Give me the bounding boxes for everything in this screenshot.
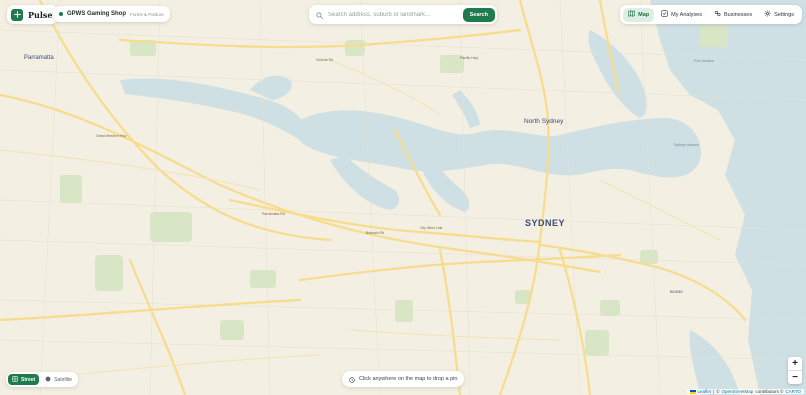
- map-label-sydney: SYDNEY: [525, 218, 566, 228]
- map-canvas[interactable]: Parramatta North Sydney SYDNEY BONDI Por…: [0, 0, 806, 395]
- map-attribution: Leaflet | © OpenStreetMap contributors ©…: [686, 389, 804, 394]
- copyright-symbol: ©: [716, 389, 720, 394]
- osm-link[interactable]: OpenStreetMap: [722, 389, 754, 394]
- business-status-dot: [59, 12, 63, 16]
- leaflet-link[interactable]: Leaflet: [698, 389, 712, 394]
- search-icon: [316, 6, 323, 24]
- map-label-road-3: City West Link: [420, 226, 443, 230]
- map-label-bondi: BONDI: [670, 289, 683, 294]
- zoom-out-button[interactable]: −: [788, 370, 802, 384]
- nav-item-label: Map: [638, 11, 650, 18]
- map-label-north-sydney: North Sydney: [524, 118, 564, 125]
- globe-icon: [45, 376, 51, 384]
- app-name: Pulse: [28, 9, 53, 20]
- checklist-icon: [661, 10, 668, 19]
- layer-satellite-button[interactable]: Satellite: [41, 374, 76, 385]
- pulse-logo-icon: [11, 8, 23, 21]
- search-input[interactable]: [328, 11, 458, 18]
- map-label-road-6: Pacific Hwy: [460, 56, 479, 60]
- layer-satellite-label: Satellite: [54, 376, 72, 383]
- nav-item-label: Businesses: [723, 11, 753, 18]
- search-button[interactable]: Search: [462, 7, 495, 22]
- nav-item-my-analyses[interactable]: My Analyses: [656, 8, 707, 22]
- attribution-separator: |: [713, 389, 715, 394]
- gear-icon: [764, 10, 771, 19]
- nav-item-map[interactable]: Map: [623, 7, 655, 22]
- business-name: GPWS Gaming Shop: [67, 11, 127, 17]
- map-label-port-jackson: Port Jackson: [694, 59, 715, 63]
- carto-link[interactable]: CARTO: [785, 389, 801, 394]
- nav-item-label: Settings: [774, 11, 794, 18]
- map-label-road-1: Balmain Rd: [366, 231, 385, 235]
- hint-text: Click anywhere on the map to drop a pin: [359, 376, 458, 382]
- zoom-in-button[interactable]: +: [788, 357, 802, 370]
- zoom-control: + −: [788, 357, 802, 384]
- map-label-sydney-harbour: Sydney Harbour: [674, 143, 700, 147]
- business-location: Forest & Pasture: [130, 11, 164, 17]
- app-brand[interactable]: Pulse: [7, 5, 59, 24]
- ukraine-flag-icon: [689, 389, 696, 394]
- layer-street-label: Street: [21, 376, 36, 383]
- map-label-road-2: Victoria Rd: [316, 58, 334, 62]
- map-icon: [628, 10, 635, 19]
- nav-item-label: My Analyses: [671, 11, 702, 18]
- nav-item-businesses[interactable]: Businesses: [709, 8, 757, 22]
- search-bar: Search: [309, 5, 497, 24]
- drop-pin-hint: Click anywhere on the map to drop a pin: [342, 370, 465, 388]
- clock-icon: [349, 370, 355, 388]
- business-selector[interactable]: GPWS Gaming Shop Forest & Pasture: [53, 6, 170, 22]
- map-layer-toggle: Street Satellite: [6, 372, 78, 387]
- attribution-contributors: contributors ©: [755, 389, 784, 394]
- top-nav: Map My Analyses Businesses Settings: [620, 5, 802, 24]
- map-label-road-5: Great Western Hwy: [96, 134, 127, 138]
- businesses-icon: [714, 10, 721, 19]
- layer-street-button[interactable]: Street: [8, 374, 40, 385]
- nav-item-settings[interactable]: Settings: [759, 8, 799, 22]
- map-label-road-4: Parramatta Rd: [262, 212, 285, 216]
- street-map-icon: [12, 375, 18, 384]
- map-label-parramatta: Parramatta: [24, 55, 54, 61]
